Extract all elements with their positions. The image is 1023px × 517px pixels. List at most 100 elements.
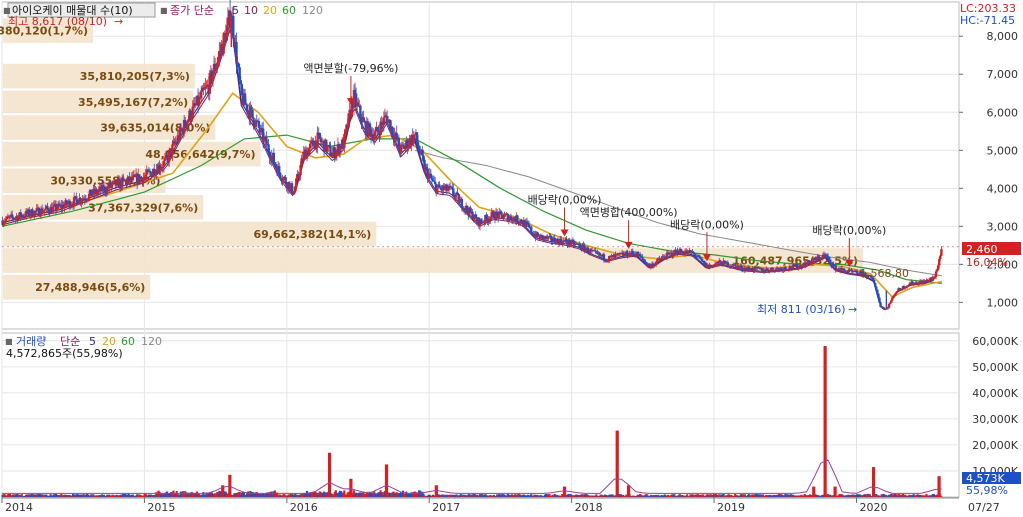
candle-up (940, 249, 943, 256)
candle-up (191, 106, 194, 118)
candle-up (167, 150, 171, 162)
volume-tick-label: 50,000K (972, 361, 1018, 374)
volume-spike-bar (615, 430, 619, 497)
candle-up (934, 271, 938, 277)
time-axis: 2014 2015 2016 2017 2018 2019 2020 (1, 497, 959, 514)
event-label: 액면병합(400,00%) (580, 206, 678, 219)
hc-value: HC:-71.45 (960, 14, 1015, 27)
time-tick-label: 2014 (5, 501, 33, 514)
price-tick-label: 6,000 (987, 106, 1019, 119)
ma-20-label[interactable]: 20 (263, 4, 277, 17)
candle-up (299, 165, 302, 176)
candle-down (278, 166, 281, 173)
volume-spike-bar (384, 464, 389, 497)
candle-up (374, 131, 377, 137)
event-label: 액면분할(-79,96%) (303, 62, 398, 75)
volume-profile-label: 69,662,382(14,1%) (253, 228, 371, 241)
candle-down (785, 268, 788, 271)
indicator-label: 종가 단순 (170, 4, 214, 17)
low-arrow-icon: → (848, 303, 857, 316)
candle-down (876, 289, 879, 294)
candle-up (382, 117, 386, 126)
ma-60-label[interactable]: 60 (282, 4, 296, 17)
volume-spike-bar (812, 486, 816, 497)
candle-down (641, 256, 644, 259)
candle-up (186, 121, 189, 127)
candle-up (150, 173, 154, 177)
volume-panel[interactable] (1, 332, 960, 498)
candle-up (200, 91, 203, 99)
volume-tick-label: 30,000K (972, 413, 1018, 426)
candle-up (295, 178, 298, 188)
price-tick-label: 3,000 (987, 220, 1019, 233)
candle-down (726, 262, 729, 267)
inline-value: 1,568,80 (860, 267, 909, 280)
time-tick-label: 2015 (147, 501, 175, 514)
volume-axis: 10,000K20,000K30,000K40,000K50,000K60,00… (972, 335, 1018, 478)
volume-tick-label: 20,000K (972, 439, 1018, 452)
candle-down (500, 211, 503, 215)
current-change: 16,04% (966, 256, 1008, 269)
candle-down (734, 264, 737, 266)
candle-down (828, 256, 831, 260)
candle-up (672, 255, 675, 257)
volume-spike-bar (627, 485, 631, 497)
x-end-label: 07/27 (968, 501, 1000, 514)
volume-spike-bar (833, 486, 837, 497)
title-icon: ■ (3, 6, 11, 15)
time-tick-label: 2019 (717, 501, 745, 514)
candle-down (771, 267, 774, 271)
candle-down (312, 140, 315, 146)
candle-down (232, 15, 235, 39)
stock-chart: 8,380,120(1,7%)35,810,205(7,3%)35,495,16… (0, 0, 1021, 514)
volume-spike-bar (434, 485, 438, 497)
candle-up (912, 283, 915, 285)
candle-down (251, 109, 254, 118)
volume-spike-bar (349, 478, 353, 497)
candle-up (939, 255, 942, 259)
volume-profile-label: 39,635,014(8,0%) (100, 121, 210, 134)
ma-5-label[interactable]: 5 (232, 4, 239, 17)
ma-icon: ■ (160, 6, 168, 15)
time-tick-label: 2017 (432, 501, 460, 514)
candle-up (893, 295, 896, 297)
volume-spike-bar (823, 346, 827, 497)
high-arrow-icon: → (114, 15, 123, 28)
volume-spike-bar (562, 486, 567, 497)
candle-down (700, 259, 704, 261)
candle-up (436, 187, 439, 194)
vma-120-label[interactable]: 120 (141, 335, 162, 348)
price-tick-label: 5,000 (987, 144, 1019, 157)
volume-spike-bar (871, 467, 876, 497)
candle-up (222, 33, 225, 54)
candle-up (171, 144, 174, 155)
time-tick-label: 2018 (575, 501, 603, 514)
volume-icon: ■ (5, 337, 13, 346)
time-tick-label: 2020 (859, 501, 887, 514)
volume-spike-bar (327, 452, 332, 497)
candle-up (896, 291, 899, 293)
ma-120-label[interactable]: 120 (302, 4, 323, 17)
candle-down (250, 106, 253, 110)
candle-down (184, 119, 187, 127)
event-label: 배당락(0,00%) (528, 194, 602, 207)
candle-down (290, 183, 294, 194)
volume-tick-label: 60,000K (972, 335, 1018, 348)
volume-profile-label: 35,810,205(7,3%) (80, 70, 190, 83)
volume-profile-label: 27,488,946(5,6%) (35, 281, 145, 294)
time-tick-label: 2016 (290, 501, 318, 514)
volume-profile-label: 35,495,167(7,2%) (78, 96, 188, 109)
price-tick-label: 8,000 (987, 30, 1019, 43)
price-tick-label: 1,000 (987, 296, 1019, 309)
candle-down (602, 254, 606, 260)
volume-tick-label: 40,000K (972, 387, 1018, 400)
low-label: 최저 811 (03/16) (757, 303, 846, 316)
current-price: 2,460 (966, 243, 998, 256)
candle-up (330, 155, 333, 157)
price-tick-label: 4,000 (987, 182, 1019, 195)
volume-spike-bar (937, 476, 941, 497)
vma-60-label[interactable]: 60 (121, 335, 135, 348)
candle-down (509, 216, 513, 220)
candle-up (805, 263, 809, 267)
ma-10-label[interactable]: 10 (244, 4, 258, 17)
